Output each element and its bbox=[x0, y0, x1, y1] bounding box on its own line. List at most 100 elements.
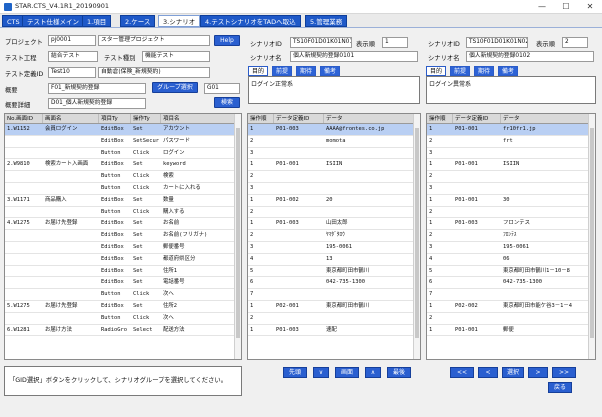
group-select-button[interactable]: グループ選択 bbox=[152, 82, 198, 93]
table-row[interactable]: 2 bbox=[248, 171, 420, 183]
order-field-right[interactable]: 2 bbox=[562, 37, 588, 48]
project-id-field[interactable]: pj0001 bbox=[48, 35, 96, 46]
table-row[interactable]: 3 bbox=[427, 148, 595, 160]
tab-cases[interactable]: 2.ケース bbox=[120, 15, 156, 27]
project-name-field[interactable]: スター管理プロジェクト bbox=[98, 35, 210, 46]
table-row[interactable]: 4 13 bbox=[248, 254, 420, 266]
table-row[interactable]: EditBox Set 郵便番号 bbox=[5, 242, 241, 254]
back-button[interactable]: 戻る bbox=[548, 382, 572, 393]
table-row[interactable]: 2 frt bbox=[427, 136, 595, 148]
table-row[interactable]: 1 P01-001 郵便 bbox=[427, 325, 595, 337]
table-row[interactable]: EditBox Set お名前(フリガナ) bbox=[5, 230, 241, 242]
prev-button[interactable]: < bbox=[478, 367, 498, 378]
table-row[interactable]: 1 P02-002 東京都町田市能ケ谷3－1－4 bbox=[427, 301, 595, 313]
table-row[interactable]: 1 P01-001 ISIIN bbox=[427, 159, 595, 172]
first-button[interactable]: 先頭 bbox=[283, 367, 307, 378]
table-row[interactable]: 2 bbox=[248, 313, 420, 325]
table-row[interactable]: Button Click 検索 bbox=[5, 171, 241, 183]
table-row[interactable]: EditBox Set 都道府県区分 bbox=[5, 254, 241, 266]
table-row[interactable]: 2 ﾌﾛﾝﾃｽ bbox=[427, 230, 595, 242]
group-field[interactable]: G01 bbox=[204, 83, 240, 94]
tab-notes-left[interactable]: 備考 bbox=[320, 66, 341, 76]
close-button[interactable]: ✕ bbox=[578, 0, 602, 14]
tab-expected-left[interactable]: 期待 bbox=[296, 66, 317, 76]
table-row[interactable]: 2 bbox=[248, 207, 420, 219]
tab-notes-right[interactable]: 備考 bbox=[498, 66, 519, 76]
process-field[interactable]: 結合テスト bbox=[48, 51, 98, 62]
table-row[interactable]: 4 06 bbox=[427, 254, 595, 266]
item-grid[interactable]: No.画面ID 画面名 項目Ty 操作Ty 項目名 1.W1152 会員ログイン EditB… bbox=[4, 113, 242, 360]
order-field-left[interactable]: 1 bbox=[382, 37, 408, 48]
tab-scenario[interactable]: 3.シナリオ bbox=[158, 15, 201, 27]
table-row[interactable]: Button Click 次へ bbox=[5, 289, 241, 301]
table-row[interactable]: 6 042-735-1300 bbox=[427, 277, 595, 290]
tab-import-tad[interactable]: 4.テストシナリオをTADへ取込 bbox=[200, 15, 301, 27]
table-row[interactable]: Button Click 次へ bbox=[5, 313, 241, 325]
next-button[interactable]: > bbox=[528, 367, 548, 378]
testcase-id-field[interactable]: Test10 bbox=[48, 67, 96, 78]
first-page-button[interactable]: << bbox=[450, 367, 474, 378]
table-row[interactable]: 1.W1152 会員ログイン EditBox Set アカウント bbox=[5, 124, 241, 136]
data-grid-right-scrollbar[interactable] bbox=[588, 114, 595, 359]
tab-precondition-left[interactable]: 前提 bbox=[272, 66, 293, 76]
table-row[interactable]: 1 P01-001 30 bbox=[427, 195, 595, 207]
table-row[interactable]: 1 P01-003 AAAA@frontes.co.jp bbox=[248, 124, 420, 136]
scenario-name-field-left[interactable]: 個人新規契約登録0101 bbox=[290, 51, 418, 62]
data-grid-left[interactable]: 操作順 データ定義ID データ 1 P01-003 AAAA@frontes.co.jp… bbox=[247, 113, 421, 360]
table-row[interactable]: 2.W9810 検索カート入画面 EditBox Set keyword bbox=[5, 159, 241, 172]
table-row[interactable]: 2 bbox=[427, 207, 595, 219]
table-row[interactable]: 6.W1281 お届け方法 RadioGro Select 配送方法 bbox=[5, 325, 241, 337]
detail-field[interactable]: D01_個人新規契約登録 bbox=[48, 98, 146, 109]
item-grid-scrollbar[interactable] bbox=[234, 114, 241, 359]
tab-spec-main[interactable]: テスト仕様メイン bbox=[22, 15, 84, 27]
tab-purpose-left[interactable]: 目的 bbox=[248, 66, 269, 76]
table-row[interactable]: 1 P01-001 fr10fr1.jp bbox=[427, 124, 595, 136]
testcase-name-field[interactable]: 自動倉(保険_新規契約) bbox=[98, 67, 210, 78]
down-button[interactable]: ∨ bbox=[313, 367, 329, 378]
table-row[interactable]: 7 bbox=[427, 289, 595, 301]
search-button[interactable]: 検索 bbox=[214, 97, 240, 108]
table-row[interactable]: 1 P01-002 20 bbox=[248, 195, 420, 207]
table-row[interactable]: 2 momota bbox=[248, 136, 420, 148]
maximize-button[interactable]: ☐ bbox=[554, 0, 578, 14]
table-row[interactable]: 1 P01-001 ISIIN bbox=[248, 159, 420, 172]
help-button[interactable]: Help bbox=[214, 35, 240, 46]
table-row[interactable]: Button Click カートに入れる bbox=[5, 183, 241, 195]
table-row[interactable]: EditBox Set 住所1 bbox=[5, 266, 241, 278]
table-row[interactable]: 5 東京都町田市鶴川 bbox=[248, 266, 420, 278]
table-row[interactable]: 2 bbox=[427, 313, 595, 325]
scenario-id-field-left[interactable]: TS10F01D01K01N01 bbox=[290, 37, 352, 48]
table-row[interactable]: Button Click ログイン bbox=[5, 148, 241, 160]
table-row[interactable]: 1 P01-003 山田太郎 bbox=[248, 218, 420, 231]
scenario-id-field-right[interactable]: TS10F01D01K01N02 bbox=[466, 37, 528, 48]
table-row[interactable]: 3.W1171 商品購入 EditBox Set 数量 bbox=[5, 195, 241, 207]
select-button[interactable]: 選択 bbox=[502, 367, 524, 378]
table-row[interactable]: 6 042-735-1300 bbox=[248, 277, 420, 290]
summary-field[interactable]: F01_新規契約登録 bbox=[48, 83, 146, 94]
tab-admin[interactable]: 5.管理業務 bbox=[305, 15, 348, 27]
screen-button[interactable]: 画面 bbox=[335, 367, 359, 378]
last-button[interactable]: 最後 bbox=[387, 367, 411, 378]
minimize-button[interactable]: — bbox=[530, 0, 554, 14]
table-row[interactable]: 3 195-0061 bbox=[427, 242, 595, 254]
tab-precondition-right[interactable]: 前提 bbox=[450, 66, 471, 76]
scenario-content-right[interactable]: ログイン異常系 bbox=[426, 76, 596, 104]
table-row[interactable]: 2 ﾔﾏﾀﾞﾀﾛｳ bbox=[248, 230, 420, 242]
table-row[interactable]: 7 bbox=[248, 289, 420, 301]
table-row[interactable]: Button Click 購入する bbox=[5, 207, 241, 219]
table-row[interactable]: 1 P02-001 東京都町田市鶴川 bbox=[248, 301, 420, 313]
kind-field[interactable]: 機能テスト bbox=[142, 51, 210, 62]
table-row[interactable]: EditBox SetSecur パスワード bbox=[5, 136, 241, 148]
tab-expected-right[interactable]: 期待 bbox=[474, 66, 495, 76]
table-row[interactable]: 3 bbox=[248, 148, 420, 160]
table-row[interactable]: 5 東京都町田市鶴川1－10－8 bbox=[427, 266, 595, 278]
table-row[interactable]: 5.W1275 お届け先登録 EditBox Set 住所2 bbox=[5, 301, 241, 313]
scenario-name-field-right[interactable]: 個人新規契約登録0102 bbox=[466, 51, 594, 62]
scenario-content-left[interactable]: ログイン正常系 bbox=[248, 76, 420, 104]
table-row[interactable]: 3 bbox=[248, 183, 420, 195]
last-page-button[interactable]: >> bbox=[552, 367, 576, 378]
table-row[interactable]: 3 195-0061 bbox=[248, 242, 420, 254]
table-row[interactable]: 2 bbox=[427, 171, 595, 183]
up-button[interactable]: ∧ bbox=[365, 367, 381, 378]
tab-items[interactable]: 1.項目 bbox=[82, 15, 112, 27]
